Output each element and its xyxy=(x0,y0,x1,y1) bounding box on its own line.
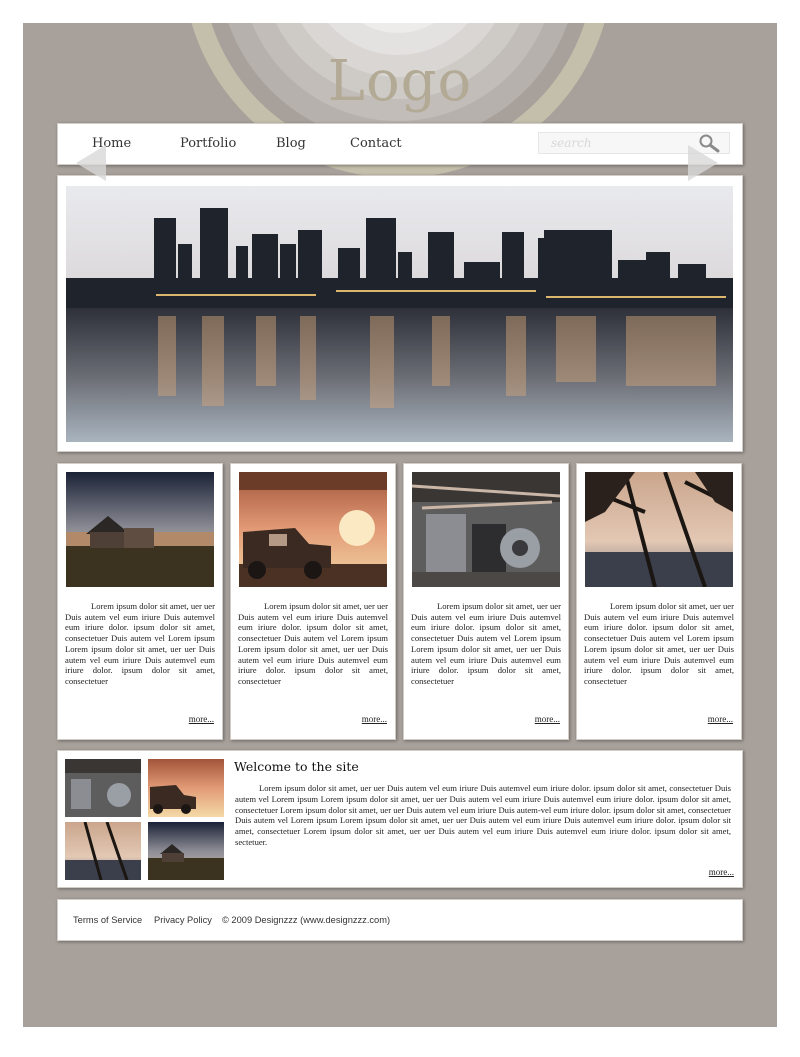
more-link[interactable]: more... xyxy=(189,714,214,724)
card-text: Lorem ipsum dolor sit amet, uer uer Duis… xyxy=(411,601,561,686)
more-link[interactable]: more... xyxy=(709,867,734,877)
welcome-thumb-farmhouse[interactable] xyxy=(148,822,224,880)
card-text: Lorem ipsum dolor sit amet, uer uer Duis… xyxy=(584,601,734,686)
copyright-text: © 2009 Designzzz (www.designzzz.com) xyxy=(222,915,391,925)
privacy-link[interactable]: Privacy Policy xyxy=(154,915,212,925)
site-logo[interactable]: Logo xyxy=(23,49,777,114)
card-image-pickup-truck[interactable] xyxy=(239,472,387,587)
footer: Terms of Service Privacy Policy © 2009 D… xyxy=(57,899,743,941)
card-image-trees-sunset[interactable] xyxy=(585,472,733,587)
more-link[interactable]: more... xyxy=(362,714,387,724)
terms-link[interactable]: Terms of Service xyxy=(73,915,142,925)
card-image-machinery[interactable] xyxy=(412,472,560,587)
card-text: Lorem ipsum dolor sit amet, uer uer Duis… xyxy=(65,601,215,686)
slider-prev-arrow-icon[interactable] xyxy=(76,145,106,181)
nav-bar: Home Portfolio Blog Contact xyxy=(57,123,743,165)
page-background: Logo Home Portfolio Blog Contact search … xyxy=(23,23,777,1027)
content-card: Lorem ipsum dolor sit amet, uer uer Duis… xyxy=(403,463,569,740)
card-text: Lorem ipsum dolor sit amet, uer uer Duis… xyxy=(238,601,388,686)
welcome-text: Lorem ipsum dolor sit amet, uer uer Duis… xyxy=(235,783,731,847)
slider-image xyxy=(66,186,733,442)
content-card: Lorem ipsum dolor sit amet, uer uer Duis… xyxy=(57,463,223,740)
slider-next-arrow-icon[interactable] xyxy=(688,145,718,181)
welcome-title: Welcome to the site xyxy=(234,759,359,774)
more-link[interactable]: more... xyxy=(708,714,733,724)
card-image-farmhouse[interactable] xyxy=(66,472,214,587)
content-card: Lorem ipsum dolor sit amet, uer uer Duis… xyxy=(576,463,742,740)
hero-slider xyxy=(57,175,743,452)
nav-link-contact[interactable]: Contact xyxy=(350,136,402,151)
welcome-thumb-pickup-truck[interactable] xyxy=(148,759,224,817)
welcome-thumb-machinery[interactable] xyxy=(65,759,141,817)
content-card: Lorem ipsum dolor sit amet, uer uer Duis… xyxy=(230,463,396,740)
welcome-section: Welcome to the site Lorem ipsum dolor si… xyxy=(57,750,743,888)
welcome-thumb-trees-sunset[interactable] xyxy=(65,822,141,880)
nav-link-blog[interactable]: Blog xyxy=(276,136,306,151)
more-link[interactable]: more... xyxy=(535,714,560,724)
nav-link-portfolio[interactable]: Portfolio xyxy=(180,136,236,151)
